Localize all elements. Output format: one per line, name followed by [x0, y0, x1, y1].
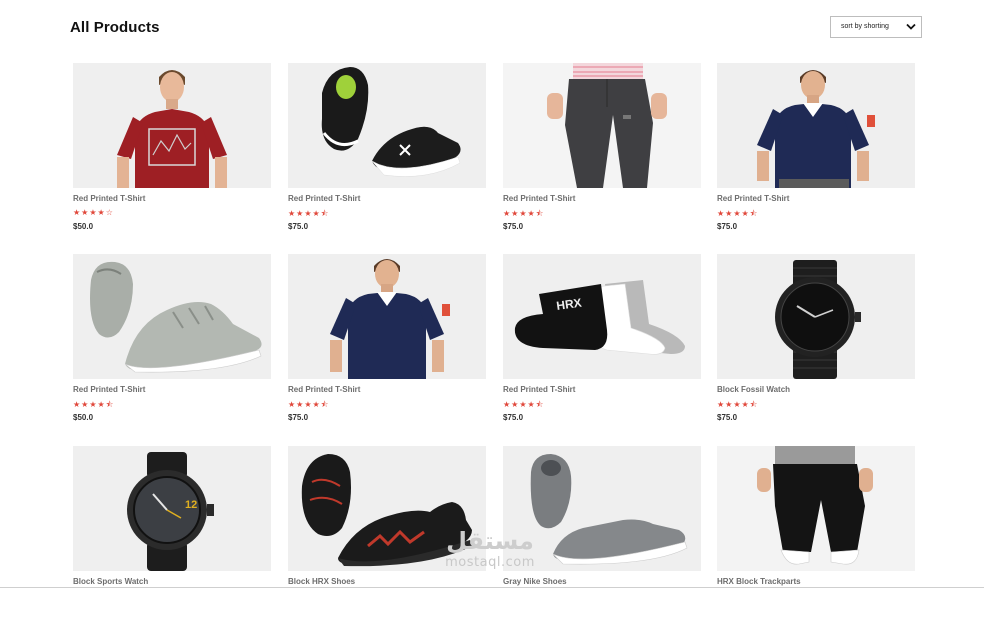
product-rating: ★★★★⯪ [288, 400, 330, 409]
product-name[interactable]: Red Printed T-Shirt [503, 194, 575, 203]
product-price: $75.0 [717, 222, 738, 231]
product-card[interactable]: Red Printed T-Shirt ★★★★⯪ $50.0 [73, 254, 271, 434]
black-trackpants-image[interactable] [717, 446, 915, 571]
product-rating: ★★★★⯪ [73, 400, 115, 409]
product-card[interactable]: Red Printed T-Shirt ★★★★☆ $50.0 [73, 63, 271, 243]
svg-text:12: 12 [185, 499, 197, 511]
gray-joggers-image[interactable] [503, 63, 701, 188]
product-card[interactable]: Red Printed T-Shirt ★★★★⯪ $75.0 [288, 254, 486, 434]
product-rating: ★★★★⯪ [503, 209, 545, 218]
product-card[interactable]: HRX Block Trackparts [717, 446, 915, 626]
black-shoes-image[interactable] [288, 63, 486, 188]
product-price: $75.0 [288, 413, 309, 422]
product-rating: ★★★★⯪ [503, 400, 545, 409]
product-price: $75.0 [503, 222, 524, 231]
product-name[interactable]: Block Fossil Watch [717, 385, 790, 394]
product-name[interactable]: Red Printed T-Shirt [503, 385, 575, 394]
product-name[interactable]: Block HRX Shoes [288, 577, 355, 586]
product-name[interactable]: Red Printed T-Shirt [717, 194, 789, 203]
product-grid: Red Printed T-Shirt ★★★★☆ $50.0 Red Prin… [0, 0, 984, 591]
product-rating: ★★★★⯪ [717, 209, 759, 218]
watermark-latin: mostaql.com [445, 555, 535, 570]
product-price: $75.0 [717, 413, 738, 422]
product-card[interactable]: Block Fossil Watch ★★★★⯪ $75.0 [717, 254, 915, 434]
product-price: $75.0 [288, 222, 309, 231]
socks-image[interactable]: HRX [503, 254, 701, 379]
product-price: $50.0 [73, 413, 94, 422]
page-bottom-divider [0, 587, 984, 588]
product-card[interactable]: Red Printed T-Shirt ★★★★⯪ $75.0 [503, 63, 701, 243]
navy-polo-model-image[interactable] [717, 63, 915, 188]
product-card[interactable]: HRX Red Printed T-Shirt ★★★★⯪ $75.0 [503, 254, 701, 434]
product-name[interactable]: Red Printed T-Shirt [288, 194, 360, 203]
product-name[interactable]: Red Printed T-Shirt [73, 385, 145, 394]
gray-sneakers-image[interactable] [73, 254, 271, 379]
product-name[interactable]: Gray Nike Shoes [503, 577, 567, 586]
product-rating: ★★★★☆ [73, 208, 114, 217]
product-rating: ★★★★⯪ [288, 209, 330, 218]
navy-polo-model-image[interactable] [288, 254, 486, 379]
watermark-arabic: مستقل [446, 527, 534, 555]
product-name[interactable]: Red Printed T-Shirt [73, 194, 145, 203]
product-card[interactable]: Red Printed T-Shirt ★★★★⯪ $75.0 [717, 63, 915, 243]
product-name[interactable]: Red Printed T-Shirt [288, 385, 360, 394]
product-price: $50.0 [73, 222, 94, 231]
sports-watch-image[interactable]: 12 [73, 446, 271, 571]
product-name[interactable]: Block Sports Watch [73, 577, 148, 586]
product-card[interactable]: 12 Block Sports Watch [73, 446, 271, 626]
product-card[interactable]: Red Printed T-Shirt ★★★★⯪ $75.0 [288, 63, 486, 243]
red-tshirt-model-image[interactable] [73, 63, 271, 188]
mostaql-watermark: مستقل mostaql.com [430, 527, 550, 577]
product-name[interactable]: HRX Block Trackparts [717, 577, 801, 586]
product-price: $75.0 [503, 413, 524, 422]
product-rating: ★★★★⯪ [717, 400, 759, 409]
black-watch-image[interactable] [717, 254, 915, 379]
